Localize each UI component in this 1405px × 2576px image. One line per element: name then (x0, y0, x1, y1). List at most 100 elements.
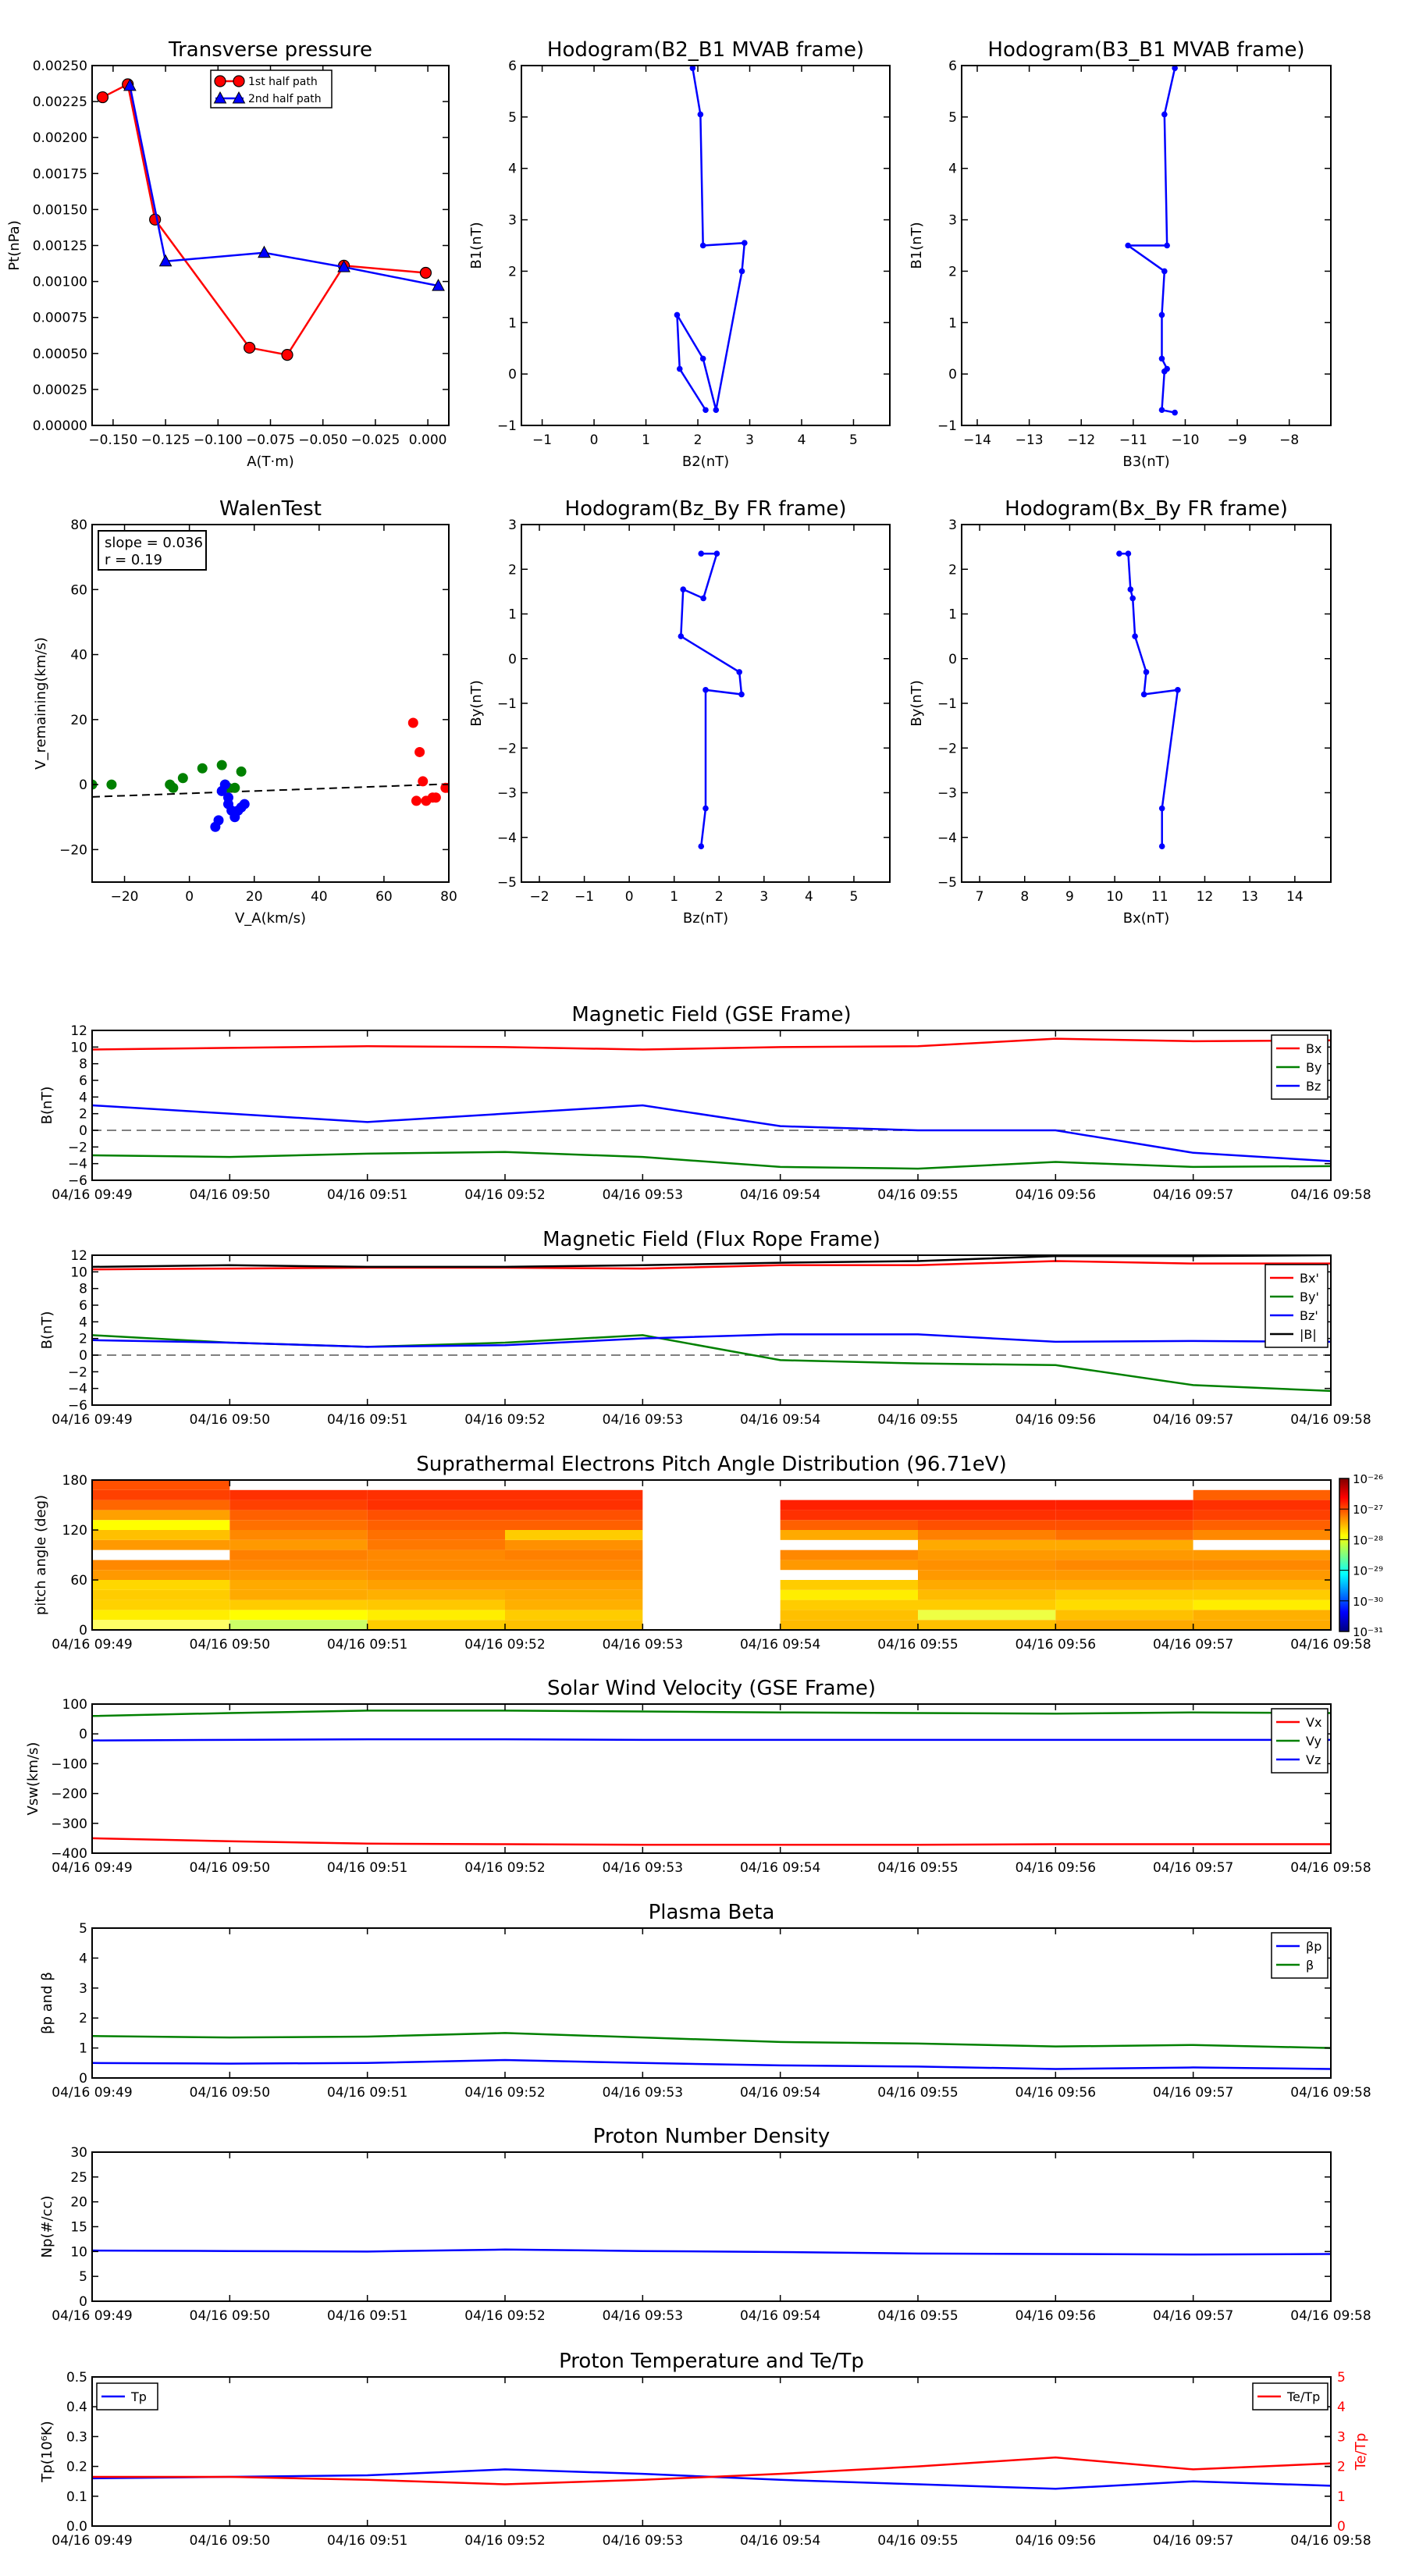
y-tick-label: 4 (508, 162, 517, 177)
legend-label: Bz (1306, 1079, 1321, 1094)
x-tick-label: −1 (574, 889, 594, 905)
y-tick-label: 2 (508, 264, 517, 279)
panel-title: Suprathermal Electrons Pitch Angle Distr… (416, 1453, 1006, 1476)
x-tick-label: 04/16 09:58 (1290, 2308, 1371, 2324)
y-axis-label: βp and β (39, 1972, 55, 2034)
axes-frame (91, 65, 450, 426)
heatmap-cell (229, 1489, 368, 1500)
x-tick-label: 04/16 09:56 (1016, 2085, 1096, 2101)
legend-label: 1st half path (248, 76, 318, 88)
legend-label: Bx' (1300, 1271, 1319, 1286)
panel-title: Hodogram(B2_B1 MVAB frame) (547, 38, 864, 62)
data-point (418, 776, 429, 787)
series-line (1125, 68, 1176, 414)
panel-title: Plasma Beta (649, 1901, 775, 1924)
heatmap-cell (780, 1539, 918, 1550)
series-line (92, 1151, 1331, 1170)
heatmap-cell (1193, 1610, 1331, 1621)
heatmap-cell (367, 1599, 505, 1610)
heatmap-cell (229, 1620, 368, 1630)
y-tick-label: 1 (508, 607, 517, 623)
y-tick-label: −200 (51, 1787, 87, 1802)
x-tick-label: 04/16 09:56 (1016, 1187, 1096, 1203)
y-tick-label: −1 (497, 418, 517, 434)
y-tick-label-right: 3 (1337, 2429, 1346, 2445)
series-line (676, 68, 746, 411)
panel-bfr: Magnetic Field (Flux Rope Frame) −6−4 −202… (39, 1228, 1371, 1428)
x-tick-label: −12 (1067, 432, 1095, 448)
y-axis-label: B(nT) (39, 1311, 55, 1350)
data-point (1158, 407, 1165, 414)
heatmap-cell (367, 1610, 505, 1621)
x-tick-label: 0.000 (409, 432, 447, 448)
panel-title: Solar Wind Velocity (GSE Frame) (547, 1677, 876, 1700)
heatmap-cell (367, 1560, 505, 1571)
y-tick-label: 0 (508, 652, 517, 667)
axes-frame (91, 2376, 1332, 2527)
heatmap-cell (918, 1539, 1056, 1550)
x-tick-label: 3 (745, 432, 754, 448)
heatmap-cell (367, 1500, 505, 1510)
heatmap-cell (229, 1580, 368, 1590)
heatmap-cell (505, 1500, 643, 1510)
data-point (213, 815, 224, 826)
x-tick-label: 04/16 09:53 (603, 1637, 683, 1653)
heatmap-cell (229, 1560, 368, 1571)
axes-frame (961, 524, 1332, 883)
heatmap-cell (505, 1560, 643, 1571)
x-tick-label: 12 (1197, 889, 1214, 905)
data-point (1143, 669, 1150, 675)
x-tick-label: 8 (1020, 889, 1029, 905)
heatmap-cell (229, 1589, 368, 1600)
x-tick-label: 04/16 09:55 (877, 1412, 958, 1428)
y-axis-label: pitch angle (deg) (33, 1495, 49, 1615)
x-axis-label: V_A(km/s) (235, 910, 306, 927)
data-point (216, 760, 227, 770)
x-tick-label: 04/16 09:51 (327, 1412, 407, 1428)
legend-marker (214, 75, 226, 87)
y-tick-label: 0.0 (66, 2519, 87, 2535)
data-point (281, 349, 293, 361)
x-tick-label: 20 (246, 889, 263, 905)
y-axis-label: By(nT) (909, 680, 925, 726)
heatmap-cell (1055, 1520, 1193, 1530)
y-tick-label: 2 (948, 562, 957, 578)
legend-label: β (1306, 1958, 1314, 1973)
y-tick-label: 3 (79, 1981, 87, 1997)
y-tick-label: 100 (62, 1697, 87, 1713)
y-tick-label-right: 2 (1337, 2460, 1346, 2475)
y-tick-label: 0.00000 (33, 418, 87, 434)
x-axis-label: B3(nT) (1122, 454, 1169, 470)
y-tick-label: 0 (79, 1727, 87, 1742)
annotation-text: slope = 0.036 (105, 535, 203, 551)
series-line (92, 2032, 1331, 2049)
x-tick-label: 04/16 09:49 (52, 2308, 132, 2324)
x-tick-label: 04/16 09:50 (190, 1412, 270, 1428)
heatmap-cell (780, 1589, 918, 1600)
x-tick-label: 0 (625, 889, 634, 905)
heatmap-cell (780, 1610, 918, 1621)
heatmap-cell (367, 1589, 505, 1600)
data-point (738, 268, 745, 275)
x-tick-label: 5 (850, 889, 859, 905)
y-tick-label: −2 (937, 741, 957, 756)
y-tick-label: 0.00250 (33, 59, 87, 74)
data-point (698, 843, 705, 849)
heatmap-cell (367, 1530, 505, 1540)
axes-frame (91, 1703, 1332, 1854)
y-tick-label: −2 (68, 1364, 87, 1380)
data-point (149, 213, 162, 226)
panel-title: Proton Temperature and Te/Tp (559, 2350, 864, 2373)
heatmap-cell (780, 1530, 918, 1540)
heatmap-cell (1055, 1510, 1193, 1521)
panel-walen: WalenTest −20 0 20 40 60 80 −20 0 20 40 60 80 V_A(km/… (33, 497, 457, 927)
y-tick-label: 80 (70, 518, 87, 533)
x-tick-label: 04/16 09:50 (190, 2308, 270, 2324)
plot-area (96, 78, 445, 361)
legend-label: βp (1306, 1939, 1321, 1954)
x-tick-label: 04/16 09:53 (603, 2308, 683, 2324)
legend-label: By' (1300, 1290, 1319, 1304)
colorbar-tick-label: 10⁻³¹ (1353, 1625, 1383, 1639)
legend: βp β (1271, 1932, 1329, 1979)
y-tick-label: 5 (948, 110, 957, 126)
